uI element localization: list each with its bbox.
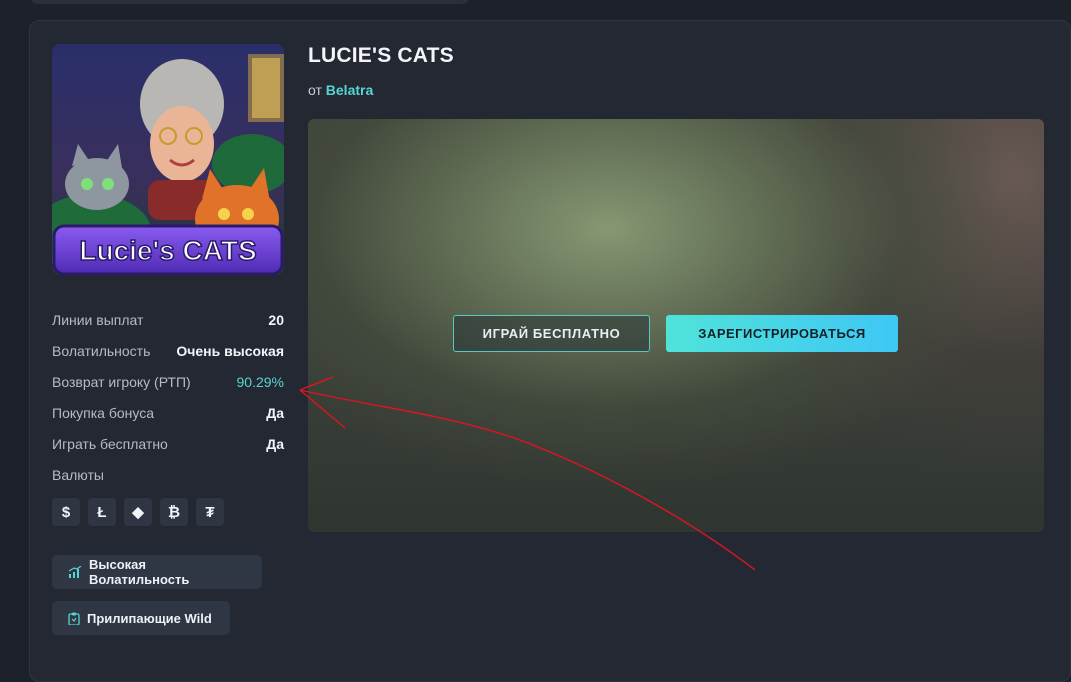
stat-value: 20 — [268, 311, 284, 328]
dollar-icon: $ — [52, 498, 80, 526]
stat-label: Покупка бонуса — [52, 404, 154, 421]
ethereum-icon: ◆ — [124, 498, 152, 526]
stat-row-play-free: Играть бесплатно Да — [52, 428, 284, 459]
stat-value: Да — [266, 404, 284, 421]
litecoin-icon: Ł — [88, 498, 116, 526]
provider-line: от Belatra — [308, 82, 373, 98]
clipboard-icon — [68, 612, 80, 625]
game-stats: Линии выплат 20 Волатильность Очень высо… — [52, 304, 284, 490]
tag-label: Высокая Волатильность — [89, 557, 190, 587]
play-free-button[interactable]: ИГРАЙ БЕСПЛАТНО — [453, 315, 650, 352]
provider-link[interactable]: Belatra — [326, 82, 373, 98]
currencies-row: Валюты — [52, 459, 284, 490]
stat-value: Очень высокая — [176, 342, 284, 359]
provider-prefix: от — [308, 82, 322, 98]
currency-list: $ Ł ◆ ₿ ₮ — [52, 498, 224, 526]
chart-icon — [68, 566, 82, 578]
game-thumbnail[interactable]: Lucie's CATS — [52, 44, 284, 275]
tag-label: Прилипающие Wild — [87, 610, 212, 626]
tether-icon: ₮ — [196, 498, 224, 526]
stat-row-paylines: Линии выплат 20 — [52, 304, 284, 335]
stat-label: Линии выплат — [52, 311, 144, 328]
stat-label: Волатильность — [52, 342, 151, 359]
stat-row-bonus-buy: Покупка бонуса Да — [52, 397, 284, 428]
thumbnail-art: Lucie's CATS — [52, 44, 284, 275]
tag-high-volatility[interactable]: Высокая Волатильность — [52, 555, 262, 589]
stat-row-volatility: Волатильность Очень высокая — [52, 335, 284, 366]
rtp-value: 90.29% — [236, 373, 284, 390]
bitcoin-icon: ₿ — [160, 498, 188, 526]
stat-label: Играть бесплатно — [52, 435, 168, 452]
currencies-label: Валюты — [52, 466, 104, 483]
thumbnail-logo-text: Lucie's CATS — [79, 235, 256, 266]
tag-sticky-wild[interactable]: Прилипающие Wild — [52, 601, 230, 635]
top-strip — [30, 0, 470, 4]
stat-value: Да — [266, 435, 284, 452]
stat-label: Возврат игроку (РТП) — [52, 373, 191, 390]
stat-row-rtp: Возврат игроку (РТП) 90.29% — [52, 366, 284, 397]
register-button[interactable]: ЗАРЕГИСТРИРОВАТЬСЯ — [666, 315, 898, 352]
game-title: LUCIE'S CATS — [308, 44, 454, 67]
